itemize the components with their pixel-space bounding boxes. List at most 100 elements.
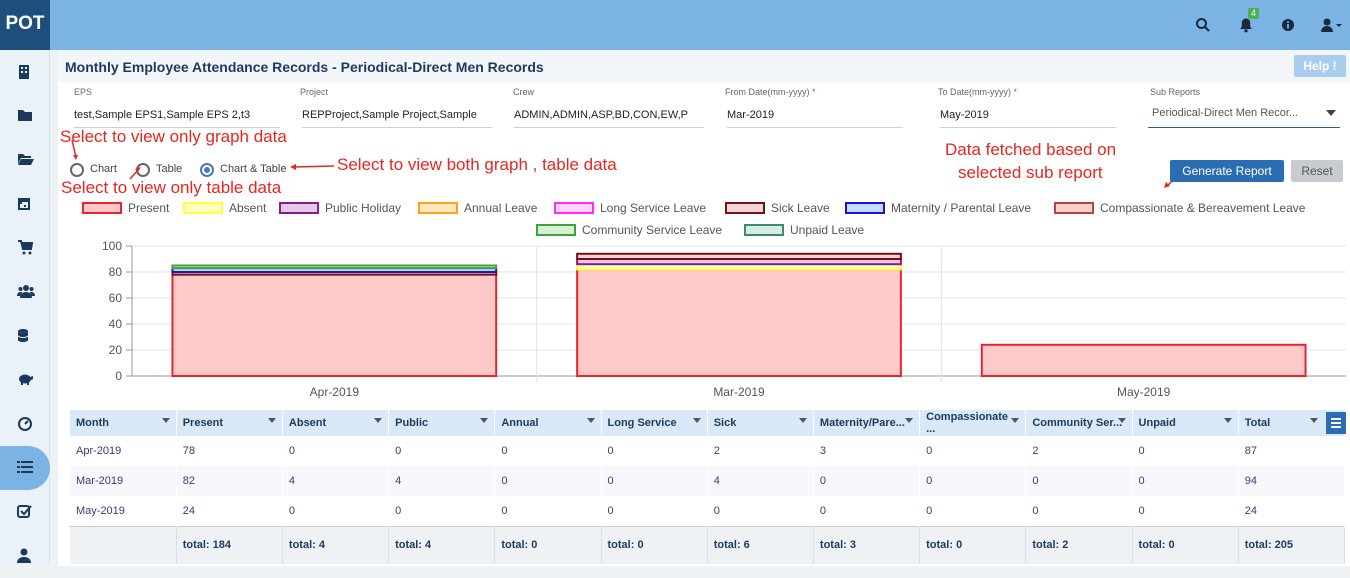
chevron-down-icon[interactable] [798,418,807,423]
legend-swatch [279,202,319,214]
table-cell: 0 [494,466,602,496]
table-cell: Mar-2019 [70,466,177,496]
column-header[interactable]: Sick [707,410,814,436]
to-date-label: To Date(mm-yyyy) * [938,87,1018,97]
table-cell: 4 [707,466,814,496]
column-header-label: Community Ser... [1032,417,1123,429]
column-header-label: Total [1244,417,1271,429]
piggy-bank-icon [19,374,33,385]
total-cell: total: 0 [494,525,602,564]
info-icon[interactable] [1280,17,1296,33]
help-button[interactable]: Help ! [1294,55,1346,77]
total-cell: total: 0 [601,525,708,564]
column-header[interactable]: Absent [282,410,390,436]
bar-present [576,268,902,377]
table-row[interactable]: May-2019 24 0 0 0 0 0 0 0 0 0 24 [70,496,1346,526]
chevron-down-icon[interactable] [905,418,914,423]
legend-swatch [554,202,594,214]
chevron-down-icon[interactable] [692,418,701,423]
column-header[interactable]: Month [70,410,177,436]
table-cell: 0 [601,466,708,496]
from-date-label: From Date(mm-yyyy) * [725,87,816,97]
building-icon [19,65,29,79]
sub-reports-label: Sub Reports [1150,87,1201,97]
total-cell: total: 4 [282,525,390,564]
nav-folder[interactable] [0,94,50,138]
table-cell: 0 [601,496,708,526]
column-header-label: Absent [288,417,327,429]
y-tick-label: 100 [102,239,122,253]
column-header[interactable]: Compassionate ... [919,410,1027,436]
bell-icon[interactable] [1238,17,1254,33]
table-cell: 4 [282,466,390,496]
column-header-label: Sick [713,417,737,429]
crew-label: Crew [513,87,535,97]
attendance-table: Month Present Absent Public Annual Long Servi… [70,410,1346,564]
table-row[interactable]: Mar-2019 82 4 4 0 0 4 0 0 0 0 94 [70,466,1346,496]
folder-open-icon [18,154,34,165]
chevron-down-icon[interactable] [1310,418,1318,423]
chevron-down-icon[interactable] [161,418,170,423]
nav-cart[interactable] [0,226,50,270]
nav-folder-open[interactable] [0,138,50,182]
nav-tasks[interactable] [0,490,50,534]
chevron-down-icon[interactable] [1117,418,1126,423]
reset-button[interactable]: Reset [1291,160,1343,182]
table-cell: 4 [388,466,496,496]
table-row[interactable]: Apr-2019 78 0 0 0 0 2 3 0 2 0 87 [70,436,1346,466]
nav-calendar[interactable] [0,182,50,226]
column-header-label: Present [182,417,224,429]
generate-report-button[interactable]: Generate Report [1170,160,1284,182]
total-cell: total: 0 [1132,525,1239,564]
search-icon[interactable] [1195,17,1211,33]
app-logo[interactable]: POT [0,0,50,50]
chevron-down-icon[interactable] [374,418,383,423]
chevron-down-icon[interactable] [480,418,489,423]
nav-database[interactable] [0,314,50,358]
legend-swatch [183,202,223,214]
chevron-down-icon[interactable] [1011,418,1020,423]
y-tick-label: 40 [109,317,123,331]
column-header[interactable]: Annual [494,410,602,436]
table-cell: 0 [919,436,1027,466]
column-header-label: Long Service [607,417,677,429]
column-header[interactable]: Long Service [601,410,708,436]
table-cell: 2 [707,436,814,466]
column-header[interactable]: Public [388,410,496,436]
calendar-icon [18,198,30,210]
nav-reports[interactable] [0,446,50,490]
table-header-row: Month Present Absent Public Annual Long Servi… [70,410,1346,436]
total-cell: total: 2 [1025,525,1133,564]
nav-building[interactable] [0,50,50,94]
legend-swatch [1054,202,1094,214]
nav-profile[interactable] [0,534,50,578]
table-cell: 0 [1132,466,1239,496]
project-label: Project [300,87,329,97]
table-cell: 0 [1025,466,1133,496]
column-header[interactable]: Present [176,410,283,436]
column-header[interactable]: Community Ser... [1025,410,1133,436]
chevron-down-icon[interactable] [1223,418,1232,423]
column-menu-button[interactable] [1326,412,1346,434]
chevron-down-icon[interactable] [586,418,595,423]
nav-piggy-bank[interactable] [0,358,50,402]
top-bar: POT 4 [0,0,1350,50]
users-icon [17,285,35,298]
column-header-label: Public [395,417,429,429]
column-header[interactable]: Maternity/Pare... [813,410,921,436]
table-cell: 87 [1238,436,1346,466]
column-header-label: Unpaid [1138,417,1176,429]
table-cell: May-2019 [70,496,177,526]
nav-users[interactable] [0,270,50,314]
nav-dashboard[interactable] [0,402,50,446]
table-cell: 24 [1238,496,1346,526]
chevron-down-icon[interactable] [267,418,276,423]
database-icon [17,329,29,342]
user-menu-icon[interactable] [1320,17,1344,33]
total-cell: total: 184 [176,525,283,564]
bar-present [980,343,1307,378]
x-tick-label: May-2019 [1117,385,1171,399]
column-header[interactable]: Unpaid [1132,410,1239,436]
y-tick-label: 0 [115,369,122,383]
total-cell: total: 6 [707,525,814,564]
